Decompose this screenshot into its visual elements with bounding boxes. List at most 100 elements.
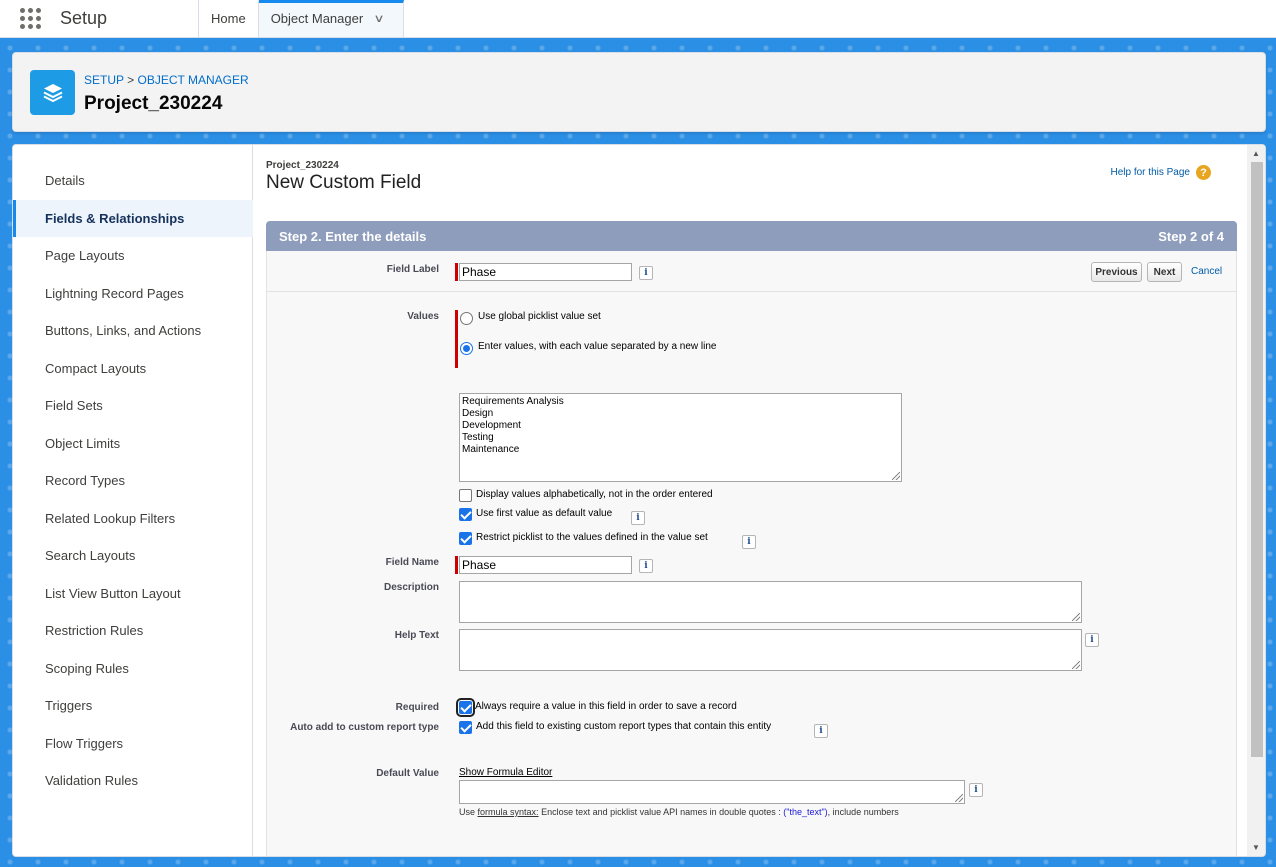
- sidebar-item-triggers[interactable]: Triggers: [13, 687, 253, 724]
- sidebar-item-buttons-links-actions[interactable]: Buttons, Links, and Actions: [13, 312, 253, 349]
- breadcrumb: SETUP > OBJECT MANAGER: [84, 73, 249, 87]
- resize-handle[interactable]: [892, 472, 900, 480]
- values-label: Values: [407, 311, 439, 322]
- sidebar-item-label: Validation Rules: [45, 773, 138, 788]
- sidebar-item-details[interactable]: Details: [13, 162, 253, 199]
- sidebar-item-restriction-rules[interactable]: Restriction Rules: [13, 612, 253, 649]
- scroll-up-arrow-icon[interactable]: ▲: [1252, 149, 1260, 158]
- info-icon[interactable]: i: [639, 266, 653, 280]
- sidebar-item-flow-triggers[interactable]: Flow Triggers: [13, 725, 253, 762]
- use-global-picklist-radio[interactable]: [460, 312, 473, 325]
- help-icon: ?: [1196, 165, 1211, 180]
- sidebar-item-field-sets[interactable]: Field Sets: [13, 387, 253, 424]
- chevron-down-icon[interactable]: ∨: [374, 12, 385, 25]
- breadcrumb-object-manager[interactable]: OBJECT MANAGER: [138, 73, 249, 87]
- picklist-values-textarea[interactable]: Requirements Analysis Design Development…: [459, 393, 902, 482]
- sidebar-item-label: List View Button Layout: [45, 586, 181, 601]
- page-heading: New Custom Field: [266, 172, 422, 193]
- tab-object-manager[interactable]: Object Manager ∨: [258, 0, 404, 37]
- picklist-value: Maintenance: [462, 444, 520, 455]
- scroll-thumb[interactable]: [1251, 162, 1263, 757]
- required-label: Required: [395, 702, 439, 713]
- step-count: Step 2 of 4: [1158, 228, 1224, 244]
- sidebar-item-label: Fields & Relationships: [45, 211, 185, 226]
- help-for-page-link[interactable]: Help for this Page ?: [1110, 165, 1211, 180]
- auto-add-label: Auto add to custom report type: [290, 722, 439, 733]
- auto-add-text: Add this field to existing custom report…: [476, 721, 772, 732]
- sidebar-item-lightning-record-pages[interactable]: Lightning Record Pages: [13, 275, 253, 312]
- app-name: Setup: [60, 0, 199, 37]
- cancel-link[interactable]: Cancel: [1191, 266, 1222, 277]
- sidebar-item-page-layouts[interactable]: Page Layouts: [13, 237, 253, 274]
- show-formula-editor-link[interactable]: Show Formula Editor: [459, 767, 552, 778]
- sidebar-item-search-layouts[interactable]: Search Layouts: [13, 537, 253, 574]
- sidebar-item-label: Search Layouts: [45, 548, 136, 563]
- restrict-picklist-checkbox[interactable]: [459, 532, 472, 545]
- sidebar-item-scoping-rules[interactable]: Scoping Rules: [13, 650, 253, 687]
- default-value-label: Default Value: [376, 768, 439, 779]
- sidebar-item-list-view-button-layout[interactable]: List View Button Layout: [13, 575, 253, 612]
- required-checkbox[interactable]: [456, 698, 475, 717]
- enter-values-text: Enter values, with each value separated …: [478, 341, 717, 352]
- page-title: Project_230224: [84, 93, 223, 114]
- scroll-down-arrow-icon[interactable]: ▼: [1252, 843, 1260, 852]
- display-alphabetically-checkbox[interactable]: [459, 489, 472, 502]
- step-title: Step 2. Enter the details: [279, 228, 427, 244]
- sidebar-item-compact-layouts[interactable]: Compact Layouts: [13, 350, 253, 387]
- syntax-suffix: , include numbers: [827, 807, 899, 817]
- step-header: Step 2. Enter the details Step 2 of 4: [266, 221, 1237, 251]
- picklist-value: Development: [462, 420, 521, 431]
- previous-button[interactable]: Previous: [1091, 262, 1142, 282]
- formula-syntax-hint: Use formula syntax: Enclose text and pic…: [459, 807, 899, 817]
- use-first-default-checkbox[interactable]: [459, 508, 472, 521]
- description-textarea[interactable]: [459, 581, 1082, 623]
- scrollbar[interactable]: ▲ ▼: [1247, 145, 1265, 856]
- app-launcher-icon[interactable]: [0, 0, 60, 37]
- sidebar-item-label: Record Types: [45, 473, 125, 488]
- global-nav-bar: Setup Home Object Manager ∨: [0, 0, 1276, 38]
- sidebar-item-label: Lightning Record Pages: [45, 286, 184, 301]
- default-value-textarea[interactable]: [459, 780, 965, 804]
- next-button[interactable]: Next: [1147, 262, 1182, 282]
- formula-syntax-link[interactable]: formula syntax:: [478, 807, 539, 817]
- sidebar-item-label: Related Lookup Filters: [45, 511, 176, 526]
- help-text-textarea[interactable]: [459, 629, 1082, 671]
- sidebar-item-record-types[interactable]: Record Types: [13, 462, 253, 499]
- sidebar-item-label: Triggers: [45, 698, 93, 713]
- info-icon[interactable]: i: [742, 535, 756, 549]
- sidebar-item-fields-relationships[interactable]: Fields & Relationships: [13, 200, 253, 237]
- resize-handle[interactable]: [1072, 661, 1080, 669]
- sidebar-item-related-lookup-filters[interactable]: Related Lookup Filters: [13, 500, 253, 537]
- required-indicator: [455, 263, 458, 281]
- info-icon[interactable]: i: [969, 783, 983, 797]
- info-icon[interactable]: i: [1085, 633, 1099, 647]
- breadcrumb-setup[interactable]: SETUP: [84, 73, 124, 87]
- tab-home[interactable]: Home: [199, 0, 259, 37]
- info-icon[interactable]: i: [639, 559, 653, 573]
- info-icon[interactable]: i: [814, 724, 828, 738]
- sidebar-item-validation-rules[interactable]: Validation Rules: [13, 762, 253, 799]
- resize-handle[interactable]: [955, 794, 963, 802]
- enter-values-radio[interactable]: [460, 342, 473, 355]
- field-name-input[interactable]: [459, 556, 632, 574]
- description-label: Description: [383, 582, 439, 593]
- info-icon[interactable]: i: [631, 511, 645, 525]
- content-area: Project_230224 New Custom Field Help for…: [254, 145, 1237, 856]
- help-link-label: Help for this Page: [1110, 167, 1191, 178]
- use-global-picklist-text: Use global picklist value set: [478, 311, 601, 322]
- tab-object-manager-label: Object Manager: [270, 11, 364, 26]
- sidebar-item-label: Page Layouts: [45, 248, 125, 263]
- auto-add-checkbox[interactable]: [459, 721, 472, 734]
- sidebar-item-label: Scoping Rules: [45, 661, 129, 676]
- layers-icon: [30, 70, 75, 115]
- object-context-label: Project_230224: [266, 160, 339, 171]
- display-alphabetically-text: Display values alphabetically, not in th…: [476, 489, 713, 500]
- sidebar-item-object-limits[interactable]: Object Limits: [13, 425, 253, 462]
- syntax-example: ("the_text"): [783, 807, 828, 817]
- sidebar-item-label: Flow Triggers: [45, 736, 124, 751]
- required-indicator: [455, 556, 458, 574]
- resize-handle[interactable]: [1072, 613, 1080, 621]
- picklist-value: Requirements Analysis: [462, 396, 564, 407]
- field-label-input[interactable]: [459, 263, 632, 281]
- sidebar-item-label: Buttons, Links, and Actions: [45, 323, 202, 338]
